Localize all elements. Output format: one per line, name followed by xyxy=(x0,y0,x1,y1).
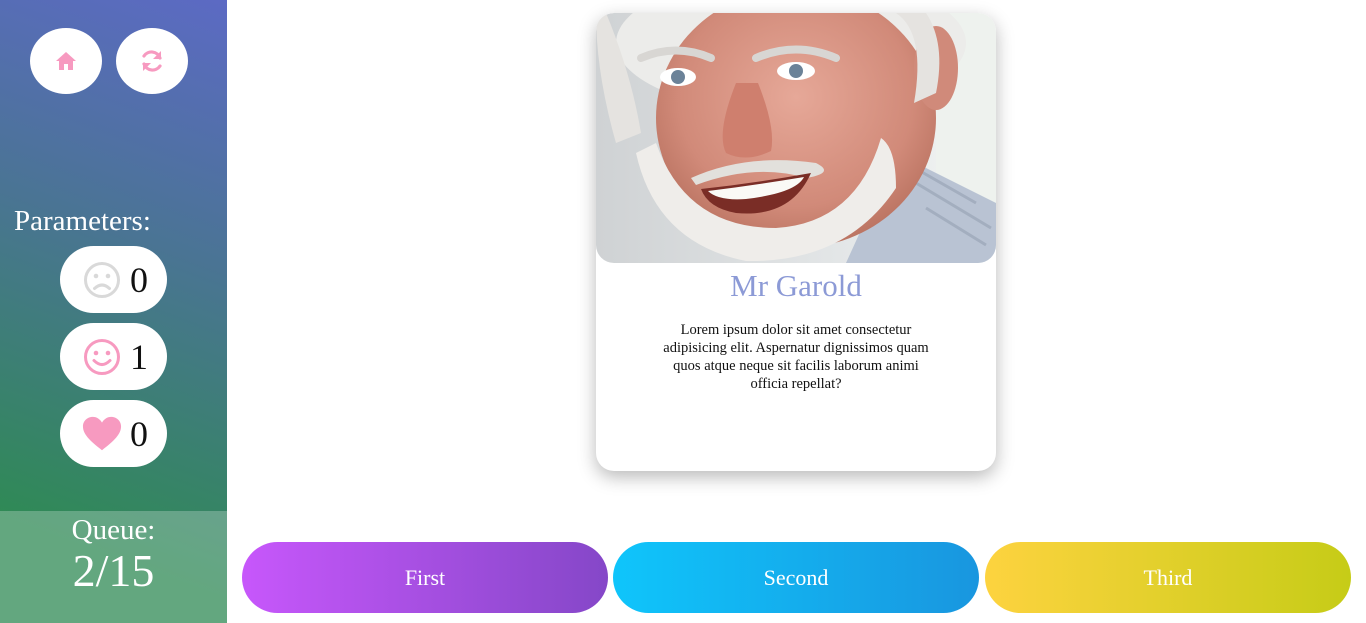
refresh-icon xyxy=(142,50,162,72)
home-icon xyxy=(56,52,76,70)
smile-face-icon xyxy=(82,337,122,377)
profile-card: Mr Garold Lorem ipsum dolor sit amet con… xyxy=(596,13,996,471)
parameter-sad[interactable]: 0 xyxy=(60,246,167,313)
queue-panel: Queue: 2/15 xyxy=(0,511,227,623)
third-button[interactable]: Third xyxy=(985,542,1351,613)
queue-label: Queue: xyxy=(71,514,156,546)
heart-icon xyxy=(82,414,122,454)
sidebar: Parameters: 0 1 0 Queue: 2/15 xyxy=(0,0,227,623)
parameter-love[interactable]: 0 xyxy=(60,400,167,467)
parameters-title: Parameters: xyxy=(14,205,151,237)
first-button[interactable]: First xyxy=(242,542,608,613)
portrait-photo xyxy=(596,13,996,263)
second-button[interactable]: Second xyxy=(613,542,979,613)
parameter-sad-value: 0 xyxy=(130,259,148,300)
home-button[interactable] xyxy=(30,28,102,94)
parameter-love-value: 0 xyxy=(130,413,148,454)
profile-description: Lorem ipsum dolor sit amet consectetur a… xyxy=(663,322,929,392)
parameter-happy-value: 1 xyxy=(130,336,148,377)
refresh-button[interactable] xyxy=(116,28,188,94)
profile-name: Mr Garold xyxy=(730,268,862,303)
parameter-happy[interactable]: 1 xyxy=(60,323,167,390)
queue-value: 2/15 xyxy=(72,545,155,596)
sad-face-icon xyxy=(82,260,122,300)
